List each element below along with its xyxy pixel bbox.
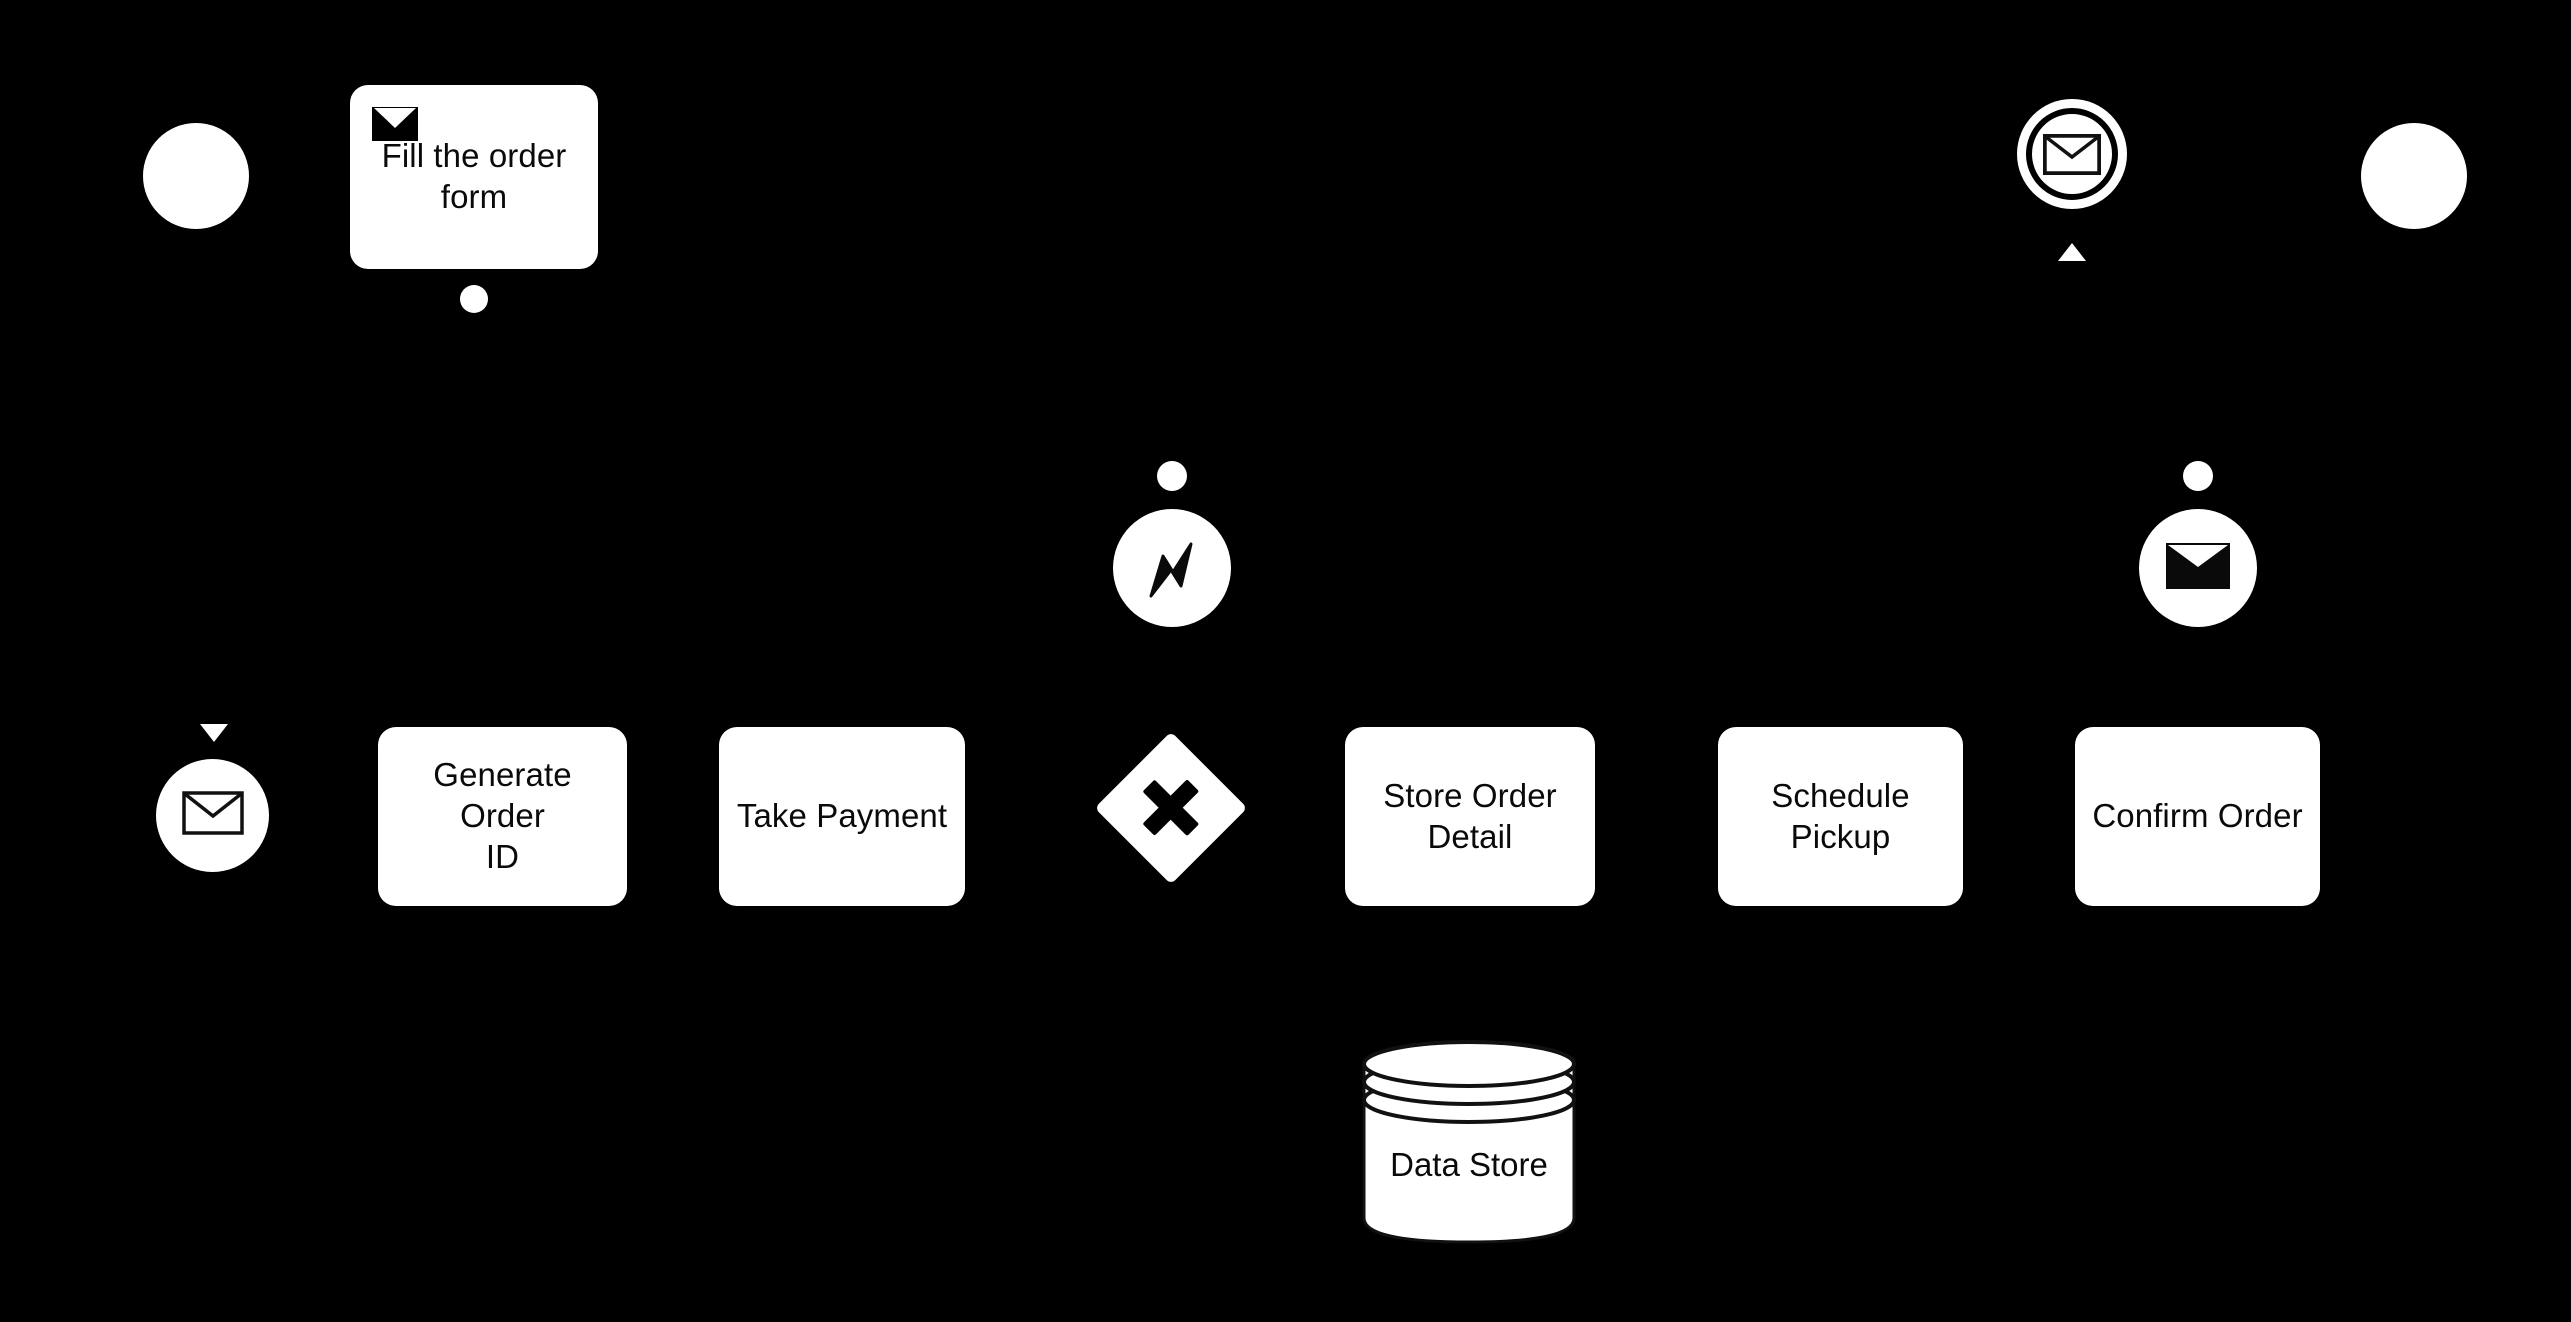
message-throw-event[interactable] [2139,509,2257,627]
generate-order-id-task-label: Generate Order ID [433,756,572,875]
envelope-outline-icon [2043,133,2101,175]
intermediate-message-event[interactable] [2017,99,2127,209]
end-event[interactable] [2361,123,2467,229]
confirm-order-task-label: Confirm Order [2092,797,2303,835]
take-payment-task[interactable]: Take Payment [719,727,965,906]
bpmn-canvas: Fill the order form Generate Order ID Ta… [0,0,2571,1322]
error-boundary-event[interactable] [1113,509,1231,627]
cylinder-icon [1362,1040,1576,1244]
triangle-up-icon [2058,243,2086,261]
schedule-pickup-task-label: Schedule Pickup [1771,776,1910,855]
store-order-detail-task-label: Store Order Detail [1383,776,1557,855]
lightning-bolt-icon [1141,534,1203,602]
generate-order-id-task[interactable]: Generate Order ID [378,727,627,906]
envelope-filled-icon [372,107,418,141]
x-cross-icon [1140,777,1203,840]
message-throw-dot[interactable] [2183,461,2213,491]
envelope-outline-icon [181,791,244,840]
fill-order-form-boundary-dot[interactable] [460,285,488,313]
message-start-event[interactable] [156,759,269,872]
error-boundary-dot[interactable] [1157,461,1187,491]
store-order-detail-task[interactable]: Store Order Detail [1345,727,1595,906]
exclusive-gateway[interactable] [1094,731,1248,885]
take-payment-task-label: Take Payment [736,797,948,835]
data-store-label: Data Store [1390,1146,1548,1183]
fill-order-form-task[interactable]: Fill the order form [350,85,598,269]
fill-order-form-task-label: Fill the order form [381,137,567,215]
confirm-order-task[interactable]: Confirm Order [2075,727,2320,906]
envelope-filled-icon [2166,542,2230,594]
data-store[interactable]: Data Store [1360,1038,1578,1246]
start-event[interactable] [143,123,249,229]
schedule-pickup-task[interactable]: Schedule Pickup [1718,727,1963,906]
triangle-down-icon [200,724,228,742]
